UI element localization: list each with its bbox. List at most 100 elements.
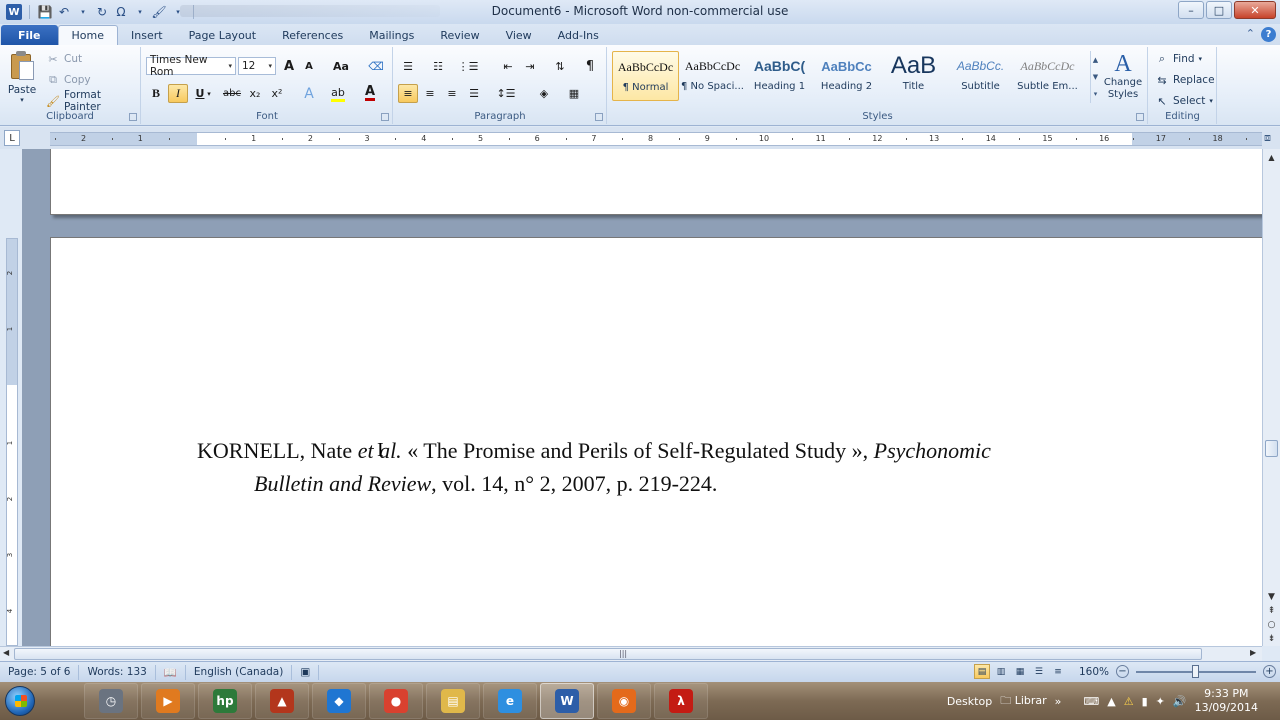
style-normal[interactable]: AaBbCcDc ¶ Normal [612,51,679,101]
print-layout-icon[interactable]: ▤ [973,664,990,679]
scroll-left-icon[interactable]: ◀ [3,648,9,657]
tab-review[interactable]: Review [427,25,492,45]
previous-page-icon[interactable]: ⇞ [1263,604,1280,618]
tab-add-ins[interactable]: Add-Ins [545,25,612,45]
paste-button[interactable]: Paste ▾ [4,51,40,109]
underline-dropdown-icon[interactable]: ▾ [204,84,214,103]
full-screen-reading-icon[interactable]: ▥ [993,664,1009,679]
macro-recording[interactable]: ▣ [292,664,320,680]
clock[interactable]: 9:33 PM 13/09/2014 [1195,687,1258,715]
horizontal-scroll-thumb[interactable]: ||| [14,648,1202,660]
taskbar-firefox[interactable]: ◉ [597,683,651,719]
shrink-font-button[interactable]: A [299,57,319,76]
zoom-out-icon[interactable]: − [1116,665,1129,678]
format-painter-button[interactable]: 🖌 Format Painter [46,89,140,113]
italic-button[interactable]: I [168,84,188,103]
page-count[interactable]: Page: 5 of 6 [0,664,80,680]
bold-button[interactable]: B [146,84,166,103]
zoom-slider-thumb[interactable] [1192,664,1199,678]
word-count[interactable]: Words: 133 [79,664,156,680]
style-gallery-scroll[interactable]: ▲ ▼ ▾ [1090,51,1100,103]
highlight-icon[interactable]: ab [328,84,348,103]
tab-mailings[interactable]: Mailings [356,25,427,45]
scroll-right-icon[interactable]: ▶ [1250,648,1256,657]
strikethrough-button[interactable]: abc [222,84,242,103]
tab-page-layout[interactable]: Page Layout [176,25,270,45]
show-marks-button[interactable]: ¶ [580,57,600,76]
style-heading-1[interactable]: AaBbC( Heading 1 [746,51,813,101]
zoom-in-icon[interactable]: + [1263,665,1276,678]
action-center-warning-icon[interactable]: ⚠ [1124,695,1134,708]
style-subtle-emphasis[interactable]: AaBbCcDc Subtle Em... [1014,51,1081,101]
change-case-button[interactable]: Aa [328,57,354,76]
align-right-icon[interactable]: ≡ [442,84,462,103]
horizontal-scrollbar[interactable]: ◀ ||| ▶ [0,646,1262,661]
align-left-icon[interactable]: ≡ [398,84,418,103]
horizontal-ruler[interactable]: 2 1 1 2 3 4 5 6 7 8 9 10 11 12 13 14 15 16 17 18 [50,132,1262,146]
vertical-ruler[interactable]: 2 1 1 2 3 4 [6,238,18,646]
help-icon[interactable]: ? [1261,27,1276,42]
browse-object-icon[interactable]: ○ [1263,618,1280,632]
minimize-button[interactable]: – [1178,1,1204,19]
view-ruler-icon[interactable]: ⧈ [1264,131,1271,145]
styles-dialog-launcher-icon[interactable] [1136,113,1144,121]
zoom-slider[interactable] [1136,664,1256,678]
desktop-toolbar[interactable]: Desktop [947,695,992,708]
previous-page[interactable] [50,149,1262,215]
taskbar-word[interactable]: W [540,683,594,719]
multilevel-list-icon[interactable]: ⋮☰ [458,57,479,76]
network-signal-icon[interactable]: ▮ [1142,695,1148,708]
change-styles-button[interactable]: A Change Styles [1102,51,1144,101]
libraries-toolbar[interactable]: 🗀 Librar [1000,692,1046,711]
chevron-down-icon[interactable]: ▼ [1093,73,1098,81]
proofing-status[interactable]: 📖 [156,664,186,680]
select-button[interactable]: ↖ Select ▾ [1155,92,1213,110]
tab-insert[interactable]: Insert [118,25,176,45]
taskbar-explorer[interactable]: ▤ [426,683,480,719]
scroll-down-icon[interactable]: ▼ [1263,590,1280,604]
taskbar-iron-app[interactable]: ▲ [255,683,309,719]
tab-selector-button[interactable]: L [4,130,20,146]
tab-references[interactable]: References [269,25,356,45]
zoom-level[interactable]: 160% [1079,666,1109,678]
numbering-icon[interactable]: ☷ [428,57,448,76]
language-indicator[interactable]: English (Canada) [186,664,293,680]
taskbar-chrome[interactable]: ● [369,683,423,719]
minimize-ribbon-icon[interactable]: ⌃ [1246,27,1255,42]
keyboard-icon[interactable]: ⌨ [1083,695,1099,708]
copy-button[interactable]: ⧉ Copy [46,71,91,89]
dropbox-tray-icon[interactable]: ✦ [1156,695,1165,708]
style-title[interactable]: AaB Title [880,51,947,101]
outline-icon[interactable]: ☰ [1031,664,1047,679]
next-page-icon[interactable]: ⇟ [1263,632,1280,646]
clipboard-dialog-launcher-icon[interactable] [129,113,137,121]
document-area[interactable]: KORNELL, Nate et al. « The Promise and P… [22,149,1262,646]
replace-button[interactable]: ⇆ Replace [1155,71,1214,89]
citation-paragraph[interactable]: KORNELL, Nate et al. « The Promise and P… [197,434,1097,500]
font-size-select[interactable]: 12 ▾ [238,57,276,75]
toolbar-overflow-icon[interactable]: » [1055,695,1062,708]
web-layout-icon[interactable]: ▦ [1012,664,1028,679]
vertical-scroll-thumb[interactable] [1265,440,1278,457]
tab-home[interactable]: Home [57,25,118,45]
font-color-button[interactable]: A [360,84,380,103]
volume-icon[interactable]: 🔊 [1173,695,1187,708]
vertical-scrollbar[interactable]: ▲ ▼ ⇞ ○ ⇟ [1262,149,1280,646]
grow-font-button[interactable]: A [279,57,299,76]
taskbar-media-player[interactable]: ▶ [141,683,195,719]
align-center-icon[interactable]: ≡ [420,84,440,103]
taskbar-internet-explorer[interactable]: e [483,683,537,719]
tab-file[interactable]: File [1,25,58,45]
clear-formatting-icon[interactable]: ⌫ [366,57,386,76]
taskbar-clock-app[interactable]: ◷ [84,683,138,719]
text-effects-icon[interactable]: A [299,84,319,103]
tab-view[interactable]: View [493,25,545,45]
chevron-up-icon[interactable]: ▲ [1093,56,1098,64]
cut-button[interactable]: ✂ Cut [46,50,82,68]
taskbar-acrobat[interactable]: λ [654,683,708,719]
taskbar-dropbox[interactable]: ◆ [312,683,366,719]
paragraph-dialog-launcher-icon[interactable] [595,113,603,121]
taskbar-hp-app[interactable]: hp [198,683,252,719]
style-no-spacing[interactable]: AaBbCcDc ¶ No Spaci... [679,51,746,101]
justify-icon[interactable]: ☰ [464,84,484,103]
